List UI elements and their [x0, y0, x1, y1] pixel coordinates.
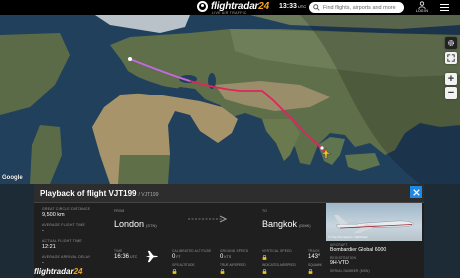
lock-icon: [172, 269, 177, 274]
top-bar: flightradar24 LIVE AIR TRAFFIC 13:33UTC …: [0, 0, 460, 15]
stat-actual-flight-time: ACTUAL FLIGHT TIME 12:21: [42, 239, 82, 250]
airplane-icon: [145, 250, 158, 263]
stat-distance: GREAT CIRCLE DISTANCE 9,500 km: [42, 207, 91, 218]
flight-stats: GREAT CIRCLE DISTANCE 9,500 km AVERAGE F…: [42, 207, 104, 271]
radar-logo-icon: [197, 1, 208, 12]
zoom-out-button[interactable]: −: [445, 87, 457, 99]
ground-speed-field: GROUND SPEED 0KTS TRUE AIRSPEED: [220, 249, 248, 274]
origin-marker[interactable]: [128, 57, 132, 61]
search-bar[interactable]: [309, 2, 404, 13]
login-button[interactable]: LOG IN: [414, 1, 430, 13]
photo-credit: © Troy Thompson / JetPhotos: [328, 235, 368, 239]
utc-clock: 13:33UTC: [279, 3, 307, 10]
fullscreen-button[interactable]: [445, 52, 457, 64]
stat-avg-flight-time: AVERAGE FLIGHT TIME -: [42, 223, 86, 234]
flight-map[interactable]: + −: [0, 15, 460, 184]
aircraft-photo[interactable]: © Troy Thompson / JetPhotos: [326, 203, 422, 241]
login-label: LOG IN: [416, 9, 428, 13]
lock-icon: [220, 269, 225, 274]
fullscreen-icon: [447, 54, 455, 62]
panel-title: Playback of flight VJT199/ VJT199: [40, 189, 159, 198]
close-panel-button[interactable]: [410, 186, 422, 198]
time-field: TIME 16:36UTC: [114, 249, 138, 260]
plus-icon: +: [447, 73, 455, 85]
track-field: TRACK 143° SQUAWK: [308, 249, 322, 274]
lock-icon: [308, 269, 313, 274]
live-data-row: TIME 16:36UTC CALIBRATED ALTITUDE 0FT GP…: [112, 241, 342, 276]
aircraft-type: Bombardier Global 6000: [330, 247, 387, 253]
search-input[interactable]: [322, 4, 404, 11]
zoom-in-button[interactable]: +: [445, 73, 457, 85]
destination-airport[interactable]: Bangkok (DMK): [262, 219, 311, 229]
stat-arrival-delay: AVERAGE ARRIVAL DELAY -: [42, 255, 91, 266]
close-icon: [412, 188, 420, 196]
map-attribution: Google: [2, 175, 23, 181]
route-summary: FROM London (STN) TO Bangkok (DMK): [112, 209, 322, 237]
user-icon: [418, 1, 426, 9]
aircraft-registration[interactable]: 9H-VTD: [330, 260, 420, 266]
search-icon: [313, 4, 320, 11]
lock-icon: [262, 269, 267, 274]
altitude-field: CALIBRATED ALTITUDE 0FT GPS ALTITUDE: [172, 249, 211, 274]
to-label: TO: [262, 209, 267, 213]
world-map[interactable]: [0, 15, 460, 184]
flight-panel-header: Playback of flight VJT199/ VJT199: [34, 184, 424, 203]
minus-icon: −: [447, 87, 455, 99]
gear-icon: [448, 40, 454, 46]
footer-logo: flightradar24: [34, 267, 83, 276]
aircraft-info: AIRCRAFT Bombardier Global 6000 REGISTRA…: [330, 243, 420, 273]
from-label: FROM: [114, 209, 125, 213]
route-arrow-icon: [188, 215, 228, 223]
origin-airport[interactable]: London (STN): [114, 219, 157, 229]
vertical-speed-field: VERTICAL SPEED INDICATED AIRSPEED: [262, 249, 296, 274]
settings-button[interactable]: [445, 37, 457, 49]
hamburger-menu-icon[interactable]: [440, 4, 449, 11]
lock-icon: [262, 255, 267, 260]
flight-panel: GREAT CIRCLE DISTANCE 9,500 km AVERAGE F…: [34, 203, 424, 278]
